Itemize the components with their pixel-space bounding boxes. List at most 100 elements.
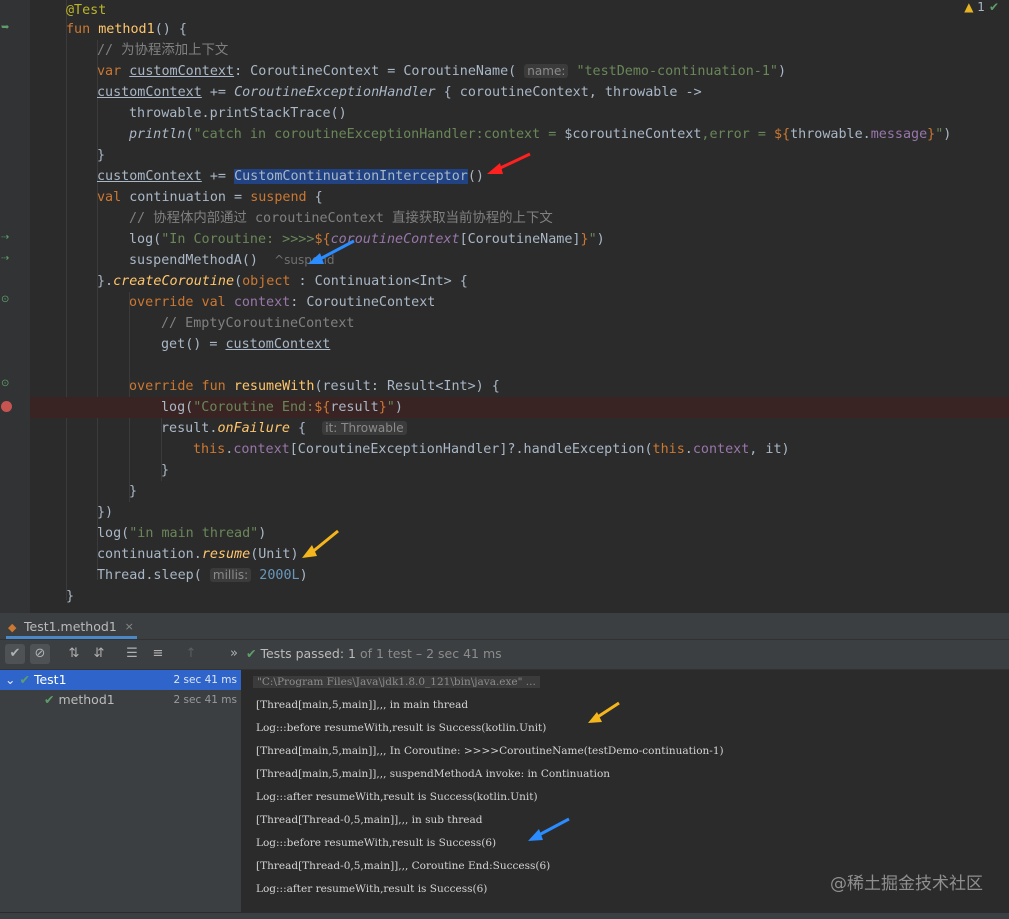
more-icon[interactable]: » xyxy=(224,644,244,664)
code-token: ( xyxy=(234,274,243,289)
indent-guide xyxy=(66,0,67,600)
test-tree-item-test1[interactable]: ⌄ ✔ Test1 2 sec 41 ms xyxy=(0,670,241,690)
code-token: log( xyxy=(129,232,162,247)
code-line[interactable]: @Test xyxy=(66,0,106,21)
code-line[interactable]: override val context: CoroutineContext xyxy=(129,292,435,313)
tab-label: Test1.method1 xyxy=(24,619,117,634)
suspend-call-icon: ⇢ xyxy=(1,253,10,264)
code-line[interactable]: customContext += CustomContinuationInter… xyxy=(97,166,484,187)
code-token: } xyxy=(161,463,170,478)
test-toolbar: ✔ ⊘ ⇅ ⇵ ☰ ≡ ↑ » ✔ Tests passed: 1 of 1 te… xyxy=(0,640,1009,670)
code-token: { coroutineContext, throwable -> xyxy=(435,85,702,100)
code-token: // EmptyCoroutineContext xyxy=(161,316,355,331)
console-output[interactable]: "C:\Program Files\Java\jdk1.8.0_121\bin\… xyxy=(242,670,1009,918)
code-token: ${ xyxy=(773,127,791,142)
chevron-down-icon[interactable]: ⌄ xyxy=(5,672,15,687)
code-token: "catch in coroutineExceptionHandler:cont… xyxy=(193,127,565,142)
code-line[interactable]: Thread.sleep( millis: 2000L) xyxy=(97,565,308,586)
code-token: object xyxy=(242,274,291,289)
code-token: println xyxy=(129,127,186,142)
code-token: . xyxy=(684,442,693,457)
code-line[interactable]: var customContext: CoroutineContext = Co… xyxy=(97,61,786,82)
code-line[interactable]: continuation.resume(Unit) xyxy=(97,544,299,565)
test-tree-label: method1 xyxy=(58,692,115,707)
run-tool-window[interactable]: ◆ Test1.method1 × ✔ ⊘ ⇅ ⇵ ☰ ≡ ↑ » ✔ Tests… xyxy=(0,613,1009,919)
code-token: "in main thread" xyxy=(129,526,259,541)
code-line[interactable]: val continuation = suspend { xyxy=(97,187,323,208)
show-passed-button[interactable]: ✔ xyxy=(5,644,25,664)
code-token: createCoroutine xyxy=(113,274,235,289)
previous-failed-button[interactable]: ↑ xyxy=(181,644,201,664)
inspection-status[interactable]: ▲ 1 ✔ xyxy=(964,0,999,14)
watermark: @稀土掘金技术社区 xyxy=(830,874,983,894)
code-token: fun xyxy=(66,22,99,37)
code-line[interactable]: fun method1() { xyxy=(66,19,187,40)
code-line[interactable]: customContext += CoroutineExceptionHandl… xyxy=(97,82,702,103)
console-line: [Thread[main,5,main]],,, suspendMethodA … xyxy=(256,768,611,780)
code-token: , it) xyxy=(749,442,790,457)
code-token: CustomContinuationInterceptor xyxy=(234,169,468,184)
code-line[interactable]: // EmptyCoroutineContext xyxy=(161,313,354,334)
code-line[interactable]: } xyxy=(161,460,169,481)
code-line[interactable]: } xyxy=(129,481,137,502)
run-tab-bar: ◆ Test1.method1 × xyxy=(0,613,1009,640)
code-token: // 协程体内部通过 coroutineContext 直接获取当前协程的上下文 xyxy=(129,211,553,226)
code-token: : CoroutineContext = CoroutineName( xyxy=(234,64,525,79)
close-icon[interactable]: × xyxy=(125,613,134,641)
code-line[interactable]: log("in main thread") xyxy=(97,523,266,544)
code-token: result xyxy=(330,400,379,415)
code-line[interactable]: result.onFailure { it: Throwable xyxy=(161,418,407,439)
collapse-all-button[interactable]: ≡ xyxy=(148,644,168,664)
tab-test1-method1[interactable]: ◆ Test1.method1 × xyxy=(6,613,137,639)
inlay-hint: it: Throwable xyxy=(322,421,407,435)
override-icon[interactable]: ⊙ xyxy=(1,378,9,389)
code-line[interactable]: } xyxy=(97,145,105,166)
code-line[interactable]: this.context[CoroutineExceptionHandler]?… xyxy=(193,439,790,460)
passed-icon: ✔ xyxy=(44,692,55,707)
console-line: [Thread[main,5,main]],,, In Coroutine: >… xyxy=(256,745,724,757)
override-icon[interactable]: ⊙ xyxy=(1,294,9,305)
status-count: 1 xyxy=(348,646,356,661)
console-line[interactable]: "C:\Program Files\Java\jdk1.8.0_121\bin\… xyxy=(253,676,540,688)
show-ignored-button[interactable]: ⊘ xyxy=(30,644,50,664)
code-line[interactable]: } xyxy=(66,586,74,607)
code-line[interactable]: }.createCoroutine(object : Continuation<… xyxy=(97,271,468,292)
test-tree[interactable]: ⌄ ✔ Test1 2 sec 41 ms ✔ method1 2 sec 41 m… xyxy=(0,670,242,918)
code-token: }. xyxy=(97,274,114,289)
code-token: (result: Result<Int>) { xyxy=(314,379,500,394)
sort-by-duration-button[interactable]: ⇵ xyxy=(89,644,109,664)
console-line: [Thread[Thread-0,5,main]],,, Coroutine E… xyxy=(256,860,551,872)
sort-alphabetically-button[interactable]: ⇅ xyxy=(64,644,84,664)
code-token: } xyxy=(580,232,589,247)
code-line[interactable]: suspendMethodA() ^suspend xyxy=(129,250,335,271)
code-line[interactable]: // 为协程添加上下文 xyxy=(97,40,228,61)
code-line[interactable]: // 协程体内部通过 coroutineContext 直接获取当前协程的上下文 xyxy=(129,208,553,229)
code-line[interactable]: throwable.printStackTrace() xyxy=(129,103,347,124)
code-token: $coroutineContext xyxy=(564,127,702,142)
code-token: { xyxy=(290,421,323,436)
editor-gutter[interactable]: ➥ ⇢ ⇢ ⊙ ⊙ xyxy=(0,0,30,613)
breakpoint-icon[interactable] xyxy=(1,401,12,412)
code-token: customContext xyxy=(97,85,202,100)
test-tree-item-method1[interactable]: ✔ method1 2 sec 41 ms xyxy=(0,690,241,710)
code-editor[interactable]: ➥ ⇢ ⇢ ⊙ ⊙ ▲ 1 ✔ @Test fun method1() {// 为协… xyxy=(0,0,1009,613)
code-line[interactable]: log("In Coroutine: >>>>${coroutineContex… xyxy=(129,229,605,250)
code-line[interactable]: override fun resumeWith(result: Result<I… xyxy=(129,376,500,397)
warning-count: 1 xyxy=(977,0,985,14)
expand-all-button[interactable]: ☰ xyxy=(122,644,142,664)
code-line[interactable]: get() = customContext xyxy=(161,334,330,355)
indent-guide xyxy=(97,40,98,580)
console-line: Log:::before resumeWith,result is Succes… xyxy=(256,837,497,849)
code-token: continuation. xyxy=(97,547,202,562)
code-token: CoroutineExceptionHandler xyxy=(234,85,436,100)
code-line[interactable]: println("catch in coroutineExceptionHand… xyxy=(129,124,951,145)
console-line: [Thread[main,5,main]],,, in main thread xyxy=(256,699,469,711)
run-test-icon[interactable]: ➥ xyxy=(1,22,9,33)
code-line[interactable]: }) xyxy=(97,502,113,523)
test-duration: 2 sec 41 ms xyxy=(173,694,237,706)
code-token: "testDemo-continuation-1" xyxy=(576,64,778,79)
code-line[interactable]: log("Coroutine End:${result}") xyxy=(30,397,1009,418)
code-token: () = xyxy=(185,337,226,352)
blue-arrow-annotation xyxy=(308,239,355,264)
code-token: onFailure xyxy=(217,421,290,436)
